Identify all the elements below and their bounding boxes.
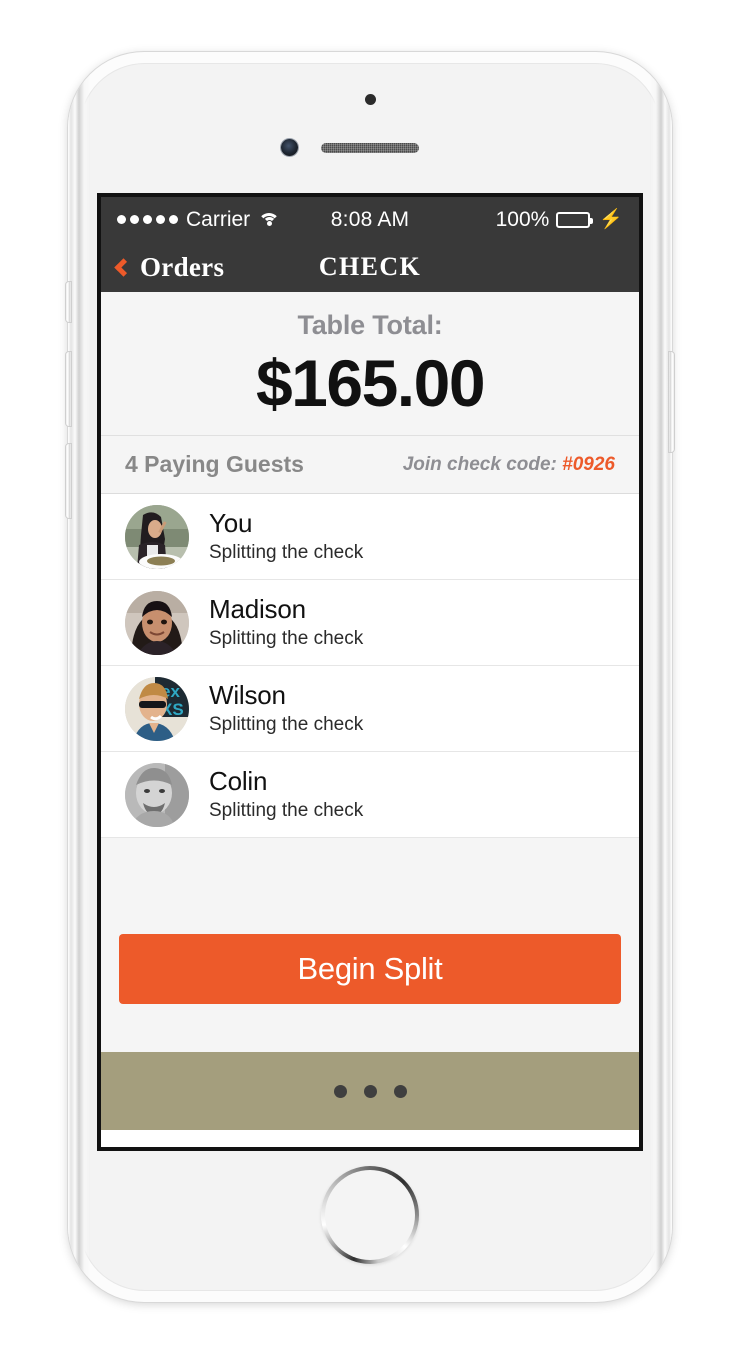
chevron-left-icon	[114, 257, 133, 277]
guest-name: Madison	[209, 593, 306, 624]
back-button-label: Orders	[140, 251, 225, 282]
avatar: ex XS	[125, 676, 189, 741]
back-button[interactable]: Orders	[114, 251, 225, 283]
list-item[interactable]: Colin Splitting the check	[101, 752, 639, 838]
earpiece-speaker-grille	[321, 143, 419, 153]
table-total-section: Table Total: $165.00	[101, 292, 639, 436]
page-dot-2	[363, 1084, 377, 1098]
paying-guests-count: 4 Paying Guests	[125, 451, 304, 477]
wifi-icon	[258, 212, 281, 228]
guests-section-header: 4 Paying Guests Join check code: #0926	[101, 436, 639, 494]
list-item[interactable]: You Splitting the check	[101, 494, 639, 580]
volume-down-button[interactable]	[66, 444, 71, 518]
list-item-text: Colin Splitting the check	[209, 767, 363, 823]
status-bar-clock: 8:08 AM	[330, 207, 410, 231]
list-item-text: You Splitting the check	[209, 509, 363, 565]
avatar-madison-image	[125, 590, 189, 655]
screenshot-stage: Carrier 8:08 AM 100% ⚡ Orders CHECK Tabl…	[0, 0, 740, 1354]
proximity-sensor-icon	[364, 94, 376, 105]
status-bar-right: 100% ⚡	[409, 208, 623, 232]
table-total-amount: $165.00	[255, 346, 486, 420]
battery-icon	[556, 211, 594, 228]
list-item[interactable]: Madison Splitting the check	[101, 580, 639, 666]
home-button-ring	[321, 1166, 419, 1264]
volume-up-button[interactable]	[66, 352, 71, 426]
silent-switch[interactable]	[66, 282, 71, 322]
guest-name: Wilson	[209, 679, 286, 710]
cta-container: Begin Split	[101, 930, 639, 1004]
guest-name: You	[209, 507, 253, 538]
signal-strength-icon	[117, 215, 178, 224]
join-check-code[interactable]: Join check code: #0926	[403, 454, 615, 476]
join-check-code-label: Join check code:	[402, 453, 557, 475]
battery-percent-label: 100%	[495, 207, 550, 231]
guest-status: Splitting the check	[209, 542, 364, 564]
guest-status: Splitting the check	[209, 628, 364, 650]
avatar-colin-image	[125, 762, 189, 827]
carrier-label: Carrier	[186, 207, 251, 231]
begin-split-button[interactable]: Begin Split	[119, 934, 621, 1004]
avatar-wilson-image: ex XS	[125, 676, 189, 741]
list-item-text: Wilson Splitting the check	[209, 681, 363, 737]
page-dot-3	[393, 1084, 407, 1098]
page-dot-1	[333, 1084, 347, 1098]
guest-status: Splitting the check	[209, 800, 364, 822]
avatar	[125, 762, 189, 827]
avatar	[125, 504, 189, 569]
front-camera-icon	[281, 139, 298, 156]
status-bar: Carrier 8:08 AM 100% ⚡	[101, 197, 639, 242]
table-total-label: Table Total:	[297, 310, 443, 340]
avatar-you-image	[125, 504, 189, 569]
list-item[interactable]: ex XS Wilson Splitting the check	[101, 666, 639, 752]
home-button[interactable]	[321, 1166, 419, 1264]
guest-name: Colin	[209, 765, 268, 796]
bottom-toolbar[interactable]	[101, 1052, 639, 1130]
phone-screen: Carrier 8:08 AM 100% ⚡ Orders CHECK Tabl…	[101, 197, 639, 1147]
power-button[interactable]	[669, 352, 674, 452]
charging-bolt-icon: ⚡	[599, 209, 624, 230]
cta-bottom-spacer	[101, 1004, 639, 1052]
join-check-code-value: #0926	[562, 453, 615, 475]
list-bottom-spacer	[101, 838, 639, 930]
list-item-text: Madison Splitting the check	[209, 595, 363, 651]
guest-list: You Splitting the check Madison Splittin…	[101, 494, 639, 838]
navigation-bar: Orders CHECK	[101, 242, 639, 292]
status-bar-left: Carrier	[117, 208, 331, 232]
guest-status: Splitting the check	[209, 714, 364, 736]
avatar	[125, 590, 189, 655]
home-button-face	[325, 1170, 415, 1260]
